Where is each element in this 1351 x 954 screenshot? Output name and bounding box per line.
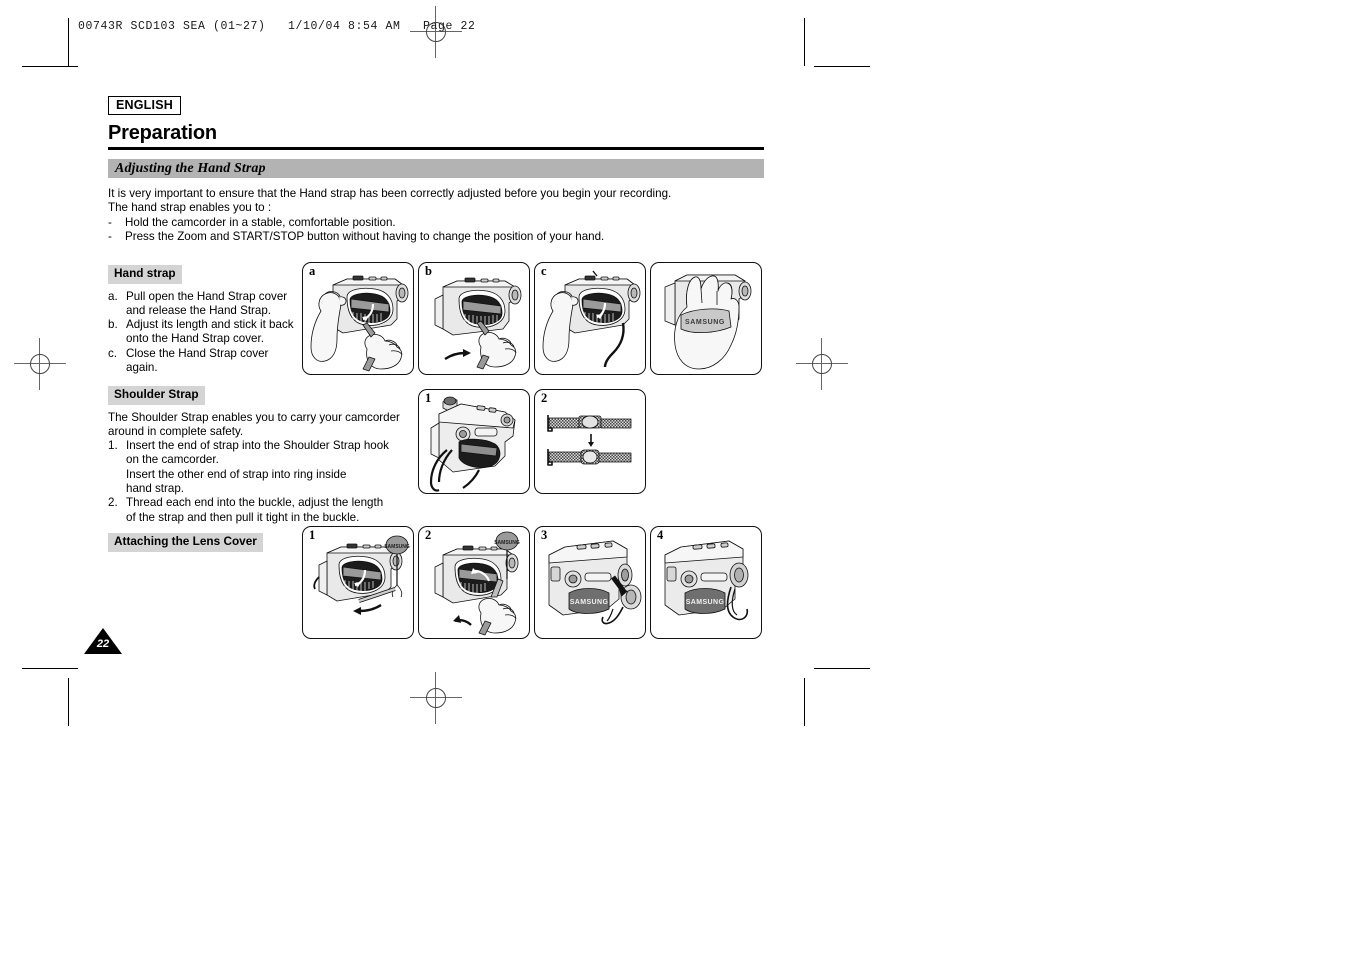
lens-cover-cord-routing-illustration: SAMSUNG (313, 535, 410, 615)
shoulder-intro-line-1: The Shoulder Strap enables you to carry … (108, 410, 400, 424)
figure-hand-strap-c: c (534, 262, 646, 375)
hand-gripping-camcorder-illustration: SAMSUNG (664, 274, 752, 370)
figure-label: b (425, 264, 432, 278)
crop-mark-bottom-left-vertical (68, 678, 69, 726)
step-continuation: of the strap and then pull it tight in t… (126, 510, 360, 524)
svg-text:SAMSUNG: SAMSUNG (570, 599, 609, 606)
list-item: 2. Thread each end into the buckle, adju… (108, 496, 418, 510)
crop-mark-bottom-right-vertical (804, 678, 805, 726)
figure-hand-strap-a: a (302, 262, 414, 375)
crop-mark-top-left-vertical (68, 18, 69, 66)
crop-mark-bottom-left-horizontal (22, 668, 78, 669)
step-continuation: and release the Hand Strap. (126, 303, 272, 317)
intro-bullet-2: - Press the Zoom and START/STOP button w… (108, 230, 764, 244)
figure-label: 3 (541, 528, 548, 542)
lens-cover-text-block: Attaching the Lens Cover (108, 532, 308, 552)
bullet-dash: - (108, 215, 112, 229)
strap-buckle-threading-illustration (547, 415, 632, 466)
title-divider (108, 147, 764, 150)
camcorder-hand-strap-open-illustration (310, 275, 409, 372)
step-text: Pull open the Hand Strap cover (126, 289, 288, 303)
hand-strap-tag: Hand strap (108, 265, 182, 284)
bullet-text: Hold the camcorder in a stable, comforta… (125, 215, 396, 229)
figure-lens-cover-3: 3 SAMSUNG (534, 526, 646, 639)
shoulder-strap-tag: Shoulder Strap (108, 386, 205, 405)
step-continuation: on the camcorder. (126, 453, 219, 467)
section-header-bar: Adjusting the Hand Strap (108, 158, 764, 178)
svg-text:SAMSUNG: SAMSUNG (494, 540, 520, 546)
list-item: 1. Insert the end of strap into the Shou… (108, 439, 418, 453)
figure-label: c (541, 264, 547, 278)
list-item: c. Close the Hand Strap cover (108, 347, 298, 361)
figure-label: 1 (425, 391, 432, 405)
step-text: Thread each end into the buckle, adjust … (126, 496, 384, 510)
intro-line-2: The hand strap enables you to : (108, 201, 272, 215)
camcorder-with-lens-cover-attached-illustration: SAMSUNG (664, 540, 749, 621)
figure-shoulder-strap-1: 1 (418, 389, 530, 494)
bullet-dash: - (108, 229, 112, 243)
step-text: Insert the end of strap into the Shoulde… (126, 439, 389, 453)
step-label: a. (108, 289, 118, 303)
figure-label: 4 (657, 528, 664, 542)
hand-strap-steps: a. Pull open the Hand Strap cover and re… (108, 290, 298, 376)
registration-mark-right (796, 338, 848, 390)
crop-mark-bottom-right-horizontal (814, 668, 870, 669)
crop-mark-top-right-horizontal (814, 66, 870, 67)
bullet-text: Press the Zoom and START/STOP button wit… (125, 229, 605, 243)
language-badge: ENGLISH (108, 96, 181, 116)
list-item: a. Pull open the Hand Strap cover (108, 290, 298, 304)
step-label: 2. (108, 496, 118, 510)
registration-mark-left (14, 338, 66, 390)
hand-strap-text-block: Hand strap a. Pull open the Hand Strap c… (108, 264, 298, 375)
lens-cover-attach-illustration: SAMSUNG (548, 540, 642, 625)
figure-label: a (309, 264, 316, 278)
figure-hand-strap-b: b (418, 262, 530, 375)
step-label: c. (108, 346, 118, 360)
shoulder-strap-text-block: Shoulder Strap The Shoulder Strap enable… (108, 385, 418, 525)
figure-label: 1 (309, 528, 316, 542)
crop-mark-top-left-horizontal (22, 66, 78, 67)
step-label: b. (108, 318, 118, 332)
page-number-badge: 22 (84, 628, 122, 654)
intro-line-1: It is very important to ensure that the … (108, 186, 672, 200)
registration-mark-bottom (410, 672, 462, 724)
shoulder-intro-line-2: around in complete safety. (108, 424, 244, 438)
figure-label: 2 (425, 528, 432, 542)
step-continuation: hand strap. (126, 482, 185, 496)
camcorder-hand-strap-close-illustration (542, 270, 641, 368)
page-title: Preparation (108, 122, 217, 145)
svg-text:SAMSUNG: SAMSUNG (384, 544, 410, 550)
lens-cover-cord-pull-illustration: SAMSUNG (434, 531, 520, 636)
page-content: ENGLISH Preparation Adjusting the Hand S… (108, 96, 764, 244)
step-continuation: again. (126, 361, 158, 375)
figure-lens-cover-2: 2 SAMSUNG (418, 526, 530, 639)
step-text: Close the Hand Strap cover (126, 346, 269, 360)
list-item: b. Adjust its length and stick it back (108, 318, 298, 332)
page-number: 22 (96, 638, 110, 650)
figure-hand-strap-grip: SAMSUNG (650, 262, 762, 375)
intro-bullet-1: - Hold the camcorder in a stable, comfor… (108, 216, 764, 230)
lens-cover-tag: Attaching the Lens Cover (108, 533, 263, 552)
svg-text:SAMSUNG: SAMSUNG (686, 599, 725, 606)
step-continuation: Insert the other end of strap into ring … (126, 467, 347, 481)
camcorder-with-shoulder-strap-illustration (429, 396, 516, 492)
figure-label: 2 (541, 391, 548, 405)
figure-lens-cover-4: 4 SAMSUNG (650, 526, 762, 639)
svg-text:SAMSUNG: SAMSUNG (685, 319, 725, 326)
step-text: Adjust its length and stick it back (126, 318, 294, 332)
crop-mark-top-right-vertical (804, 18, 805, 66)
figure-lens-cover-1: 1 SAMSUNG (302, 526, 414, 639)
figure-shoulder-strap-2: 2 (534, 389, 646, 494)
step-continuation: onto the Hand Strap cover. (126, 332, 264, 346)
shoulder-strap-steps: The Shoulder Strap enables you to carry … (108, 411, 418, 525)
step-label: 1. (108, 439, 118, 453)
camcorder-hand-strap-adjust-illustration (434, 277, 522, 370)
printer-slug-line: 00743R SCD103 SEA (01~27) 1/10/04 8:54 A… (78, 20, 476, 33)
section-intro: It is very important to ensure that the … (108, 187, 764, 245)
